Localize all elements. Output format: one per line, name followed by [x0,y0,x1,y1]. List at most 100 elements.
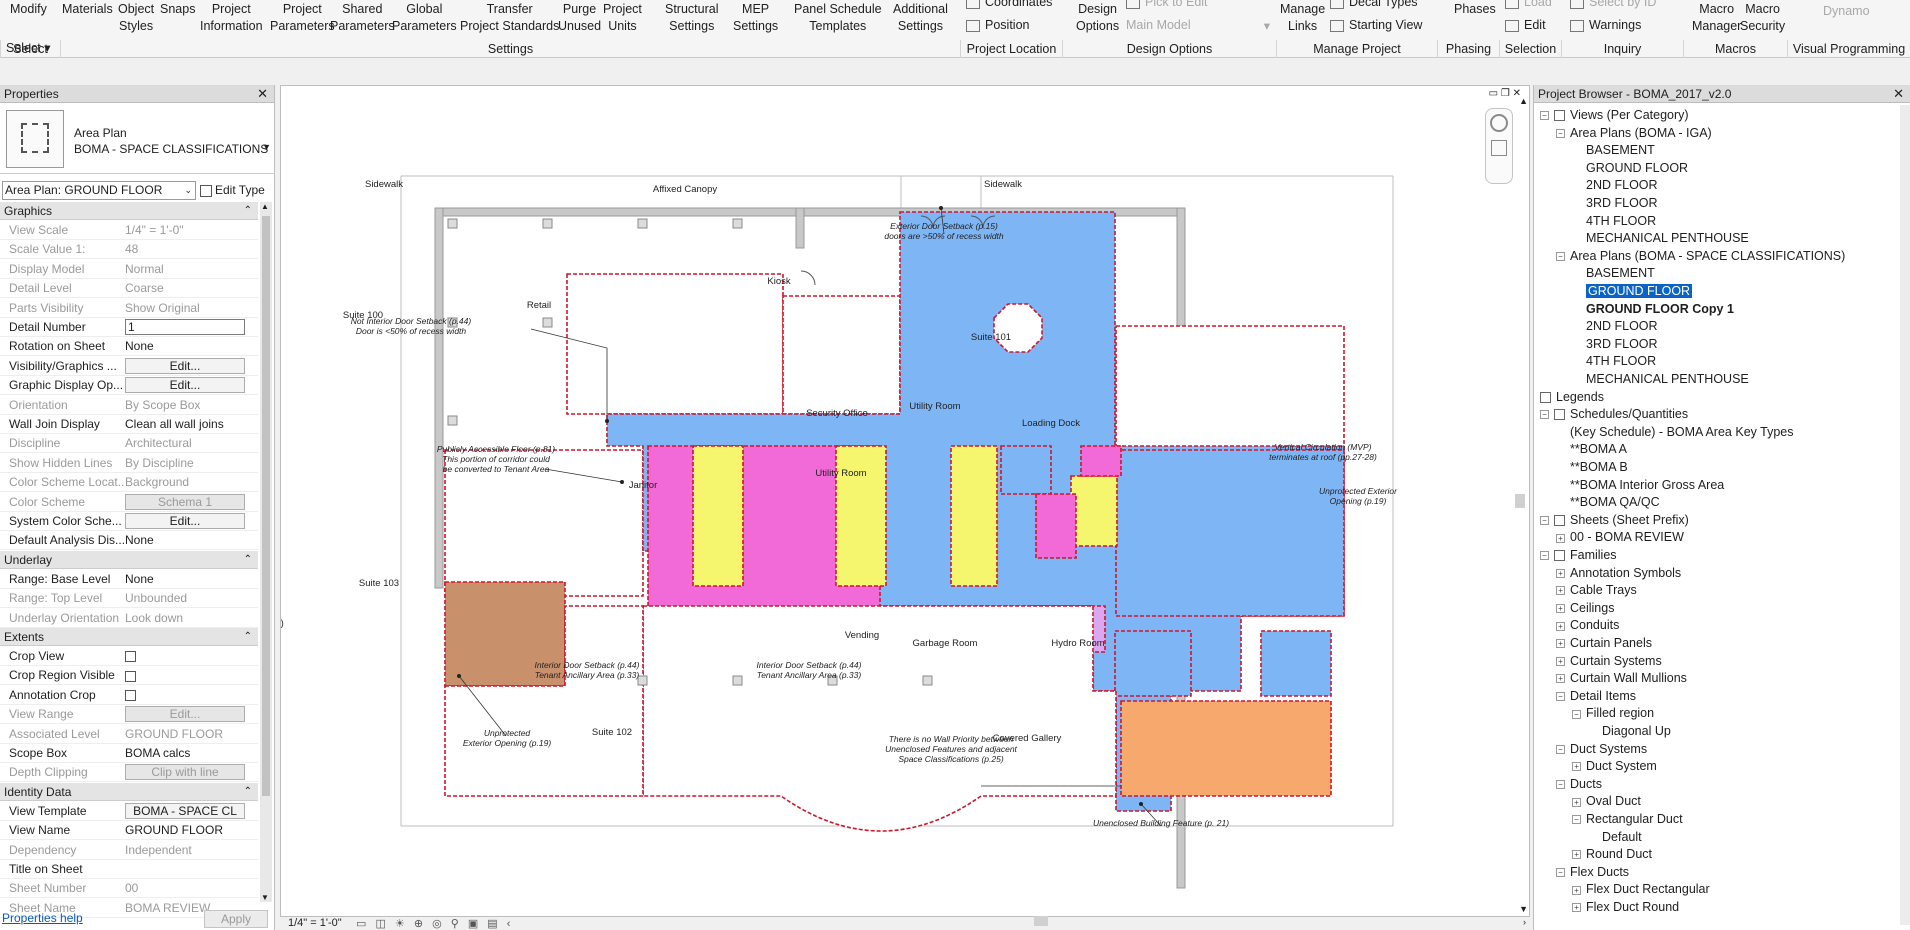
vertical-scroll-thumb[interactable] [1515,494,1525,508]
browser-node[interactable]: − Views (Per Category) [1540,107,1689,124]
view-control-icons[interactable]: ▭ ◫ ☀ ⊕ ◎ ⚲ ▣ ▤ ‹ [356,917,513,930]
ribbon-button-project[interactable]: Project Information [200,1,263,35]
property-edit-button[interactable]: Edit... [125,357,245,374]
browser-node[interactable]: MECHANICAL PENTHOUSE [1572,230,1749,247]
decal-types-button[interactable]: Decal Types [1330,0,1418,9]
drawing-area[interactable]: Sidewalk Affixed Canopy Sidewalk Kiosk Suite… [280,85,1530,917]
horizontal-scroll-thumb[interactable] [1034,916,1048,926]
scroll-right-icon[interactable]: › [1523,917,1526,927]
property-row[interactable]: Range: Base Level None [0,570,258,589]
phases-button[interactable]: Phases [1454,1,1496,18]
collapse-icon[interactable]: − [1572,709,1581,719]
property-row[interactable]: Discipline Architectural [0,434,258,454]
collapse-icon[interactable]: ⌃ [244,783,252,801]
browser-node[interactable]: 3RD FLOOR [1572,195,1658,212]
macro-security-button[interactable]: Macro Security [1740,1,1785,35]
collapse-icon[interactable]: − [1556,252,1565,261]
browser-node[interactable]: + Annotation Symbols [1556,565,1681,582]
property-row[interactable]: Associated Level GROUND FLOOR [0,725,258,744]
utility-room-a[interactable] [1080,445,1122,477]
browser-node[interactable]: GROUND FLOOR [1572,160,1688,177]
browser-node[interactable]: 2ND FLOOR [1572,318,1658,335]
browser-node[interactable]: 3RD FLOOR [1572,336,1658,353]
property-value[interactable]: Edit... [125,705,245,724]
expand-icon[interactable]: + [1572,797,1581,807]
view-scale[interactable]: 1/4" = 1'-0" [288,917,342,929]
edit-button[interactable]: Edit [1505,18,1546,32]
browser-node[interactable]: Legends [1540,389,1604,406]
collapse-icon[interactable]: − [1556,692,1565,701]
property-edit-button[interactable]: Edit... [125,377,245,394]
manage-links-button[interactable]: Manage Links [1280,1,1325,35]
properties-section-graphics[interactable]: Graphics ⌃ [0,202,258,220]
collapse-icon[interactable]: ⌃ [244,628,252,646]
property-value[interactable] [125,647,245,666]
property-row[interactable]: Annotation Crop [0,686,258,705]
browser-node[interactable]: +00 - BOMA REVIEW [1556,529,1684,546]
ribbon-button-global[interactable]: Global Parameters [392,1,457,35]
browser-node[interactable]: − Schedules/Quantities [1540,406,1688,423]
property-row[interactable]: Range: Top Level Unbounded [0,589,258,609]
browser-node[interactable]: + Curtain Systems [1556,653,1662,670]
browser-node[interactable]: **BOMA A [1556,441,1627,458]
property-row[interactable]: Sheet Number 00 [0,879,258,899]
load-button[interactable]: Load [1505,0,1552,9]
browser-node[interactable]: 4TH FLOOR [1572,213,1656,230]
apply-button[interactable]: Apply [204,910,268,928]
expand-icon[interactable]: + [1556,621,1565,631]
browser-node[interactable]: − Area Plans (BOMA - SPACE CLASSIFICATION… [1556,248,1845,265]
floor-plan[interactable]: Sidewalk Affixed Canopy Sidewalk Kiosk Suite… [281,86,1529,916]
stair-a[interactable] [692,445,744,587]
security-office[interactable] [1000,445,1052,495]
browser-node[interactable]: 4TH FLOOR [1572,353,1656,370]
position-button[interactable]: Position [966,18,1029,32]
collapse-icon[interactable]: ⌃ [244,202,252,220]
instance-filter-dropdown[interactable]: Area Plan: GROUND FLOOR ⌄ [2,181,196,200]
browser-node[interactable]: GROUND FLOOR Copy 1 [1572,301,1734,318]
dynamo-button[interactable]: Dynamo [1823,3,1870,20]
properties-section-extents[interactable]: Extents ⌃ [0,628,258,646]
browser-node[interactable]: BASEMENT [1572,265,1655,282]
collapse-icon[interactable]: − [1556,128,1565,138]
property-row[interactable]: Color Scheme Schema 1 [0,493,258,512]
close-icon[interactable]: ✕ [1893,85,1904,103]
property-row[interactable]: View Name GROUND FLOOR [0,821,258,841]
navigation-bar[interactable] [1485,108,1513,184]
expand-icon[interactable]: + [1556,586,1565,596]
browser-node[interactable]: 2ND FLOOR [1572,177,1658,194]
browser-node[interactable]: Default [1588,829,1642,846]
properties-section-underlay[interactable]: Underlay ⌃ [0,550,258,569]
expand-icon[interactable]: + [1572,903,1581,913]
pick-to-edit-button[interactable]: Pick to Edit [1126,0,1208,9]
browser-node[interactable]: + Cable Trays [1556,582,1637,599]
ribbon-button-materials[interactable]: Materials [62,1,113,18]
restore-icon[interactable]: ❐ [1501,88,1510,99]
chevron-down-icon[interactable]: ▼ [262,142,271,152]
kiosk-area[interactable] [993,303,1043,353]
ribbon-button-modify[interactable]: Modify [10,1,47,18]
property-row[interactable]: Detail Level Coarse [0,279,258,299]
browser-node[interactable]: + Flex Duct Rectangular [1572,881,1710,898]
macro-manager-button[interactable]: Macro Manager [1692,1,1741,35]
elevator-a[interactable] [835,445,887,587]
hydro-room[interactable] [1260,630,1332,697]
design-options-button[interactable]: Design Options [1076,1,1119,35]
property-row[interactable]: System Color Sche... Edit... [0,512,258,531]
covered-gallery-area[interactable] [1120,700,1332,797]
property-row[interactable]: Rotation on Sheet None [0,337,258,357]
close-icon[interactable]: ✕ [257,85,268,103]
browser-node[interactable]: **BOMA Interior Gross Area [1556,477,1724,494]
property-row[interactable]: Orientation By Scope Box [0,396,258,415]
property-row[interactable]: Display Model Normal [0,260,258,279]
expand-icon[interactable]: + [1556,639,1565,649]
checkbox[interactable] [125,690,136,702]
suite-102-area[interactable] [642,605,1117,832]
browser-node[interactable]: + Flex Duct Round [1572,899,1679,916]
ribbon-button-project[interactable]: Project Parameters [270,1,335,35]
checkbox[interactable] [125,670,136,682]
property-value[interactable]: BOMA - SPACE CL [125,802,245,821]
browser-node[interactable]: BASEMENT [1572,142,1655,159]
property-value[interactable]: Edit... [125,357,245,376]
property-row[interactable]: Color Scheme Locat... Background [0,473,258,493]
property-row[interactable]: View Range Edit... [0,705,258,725]
